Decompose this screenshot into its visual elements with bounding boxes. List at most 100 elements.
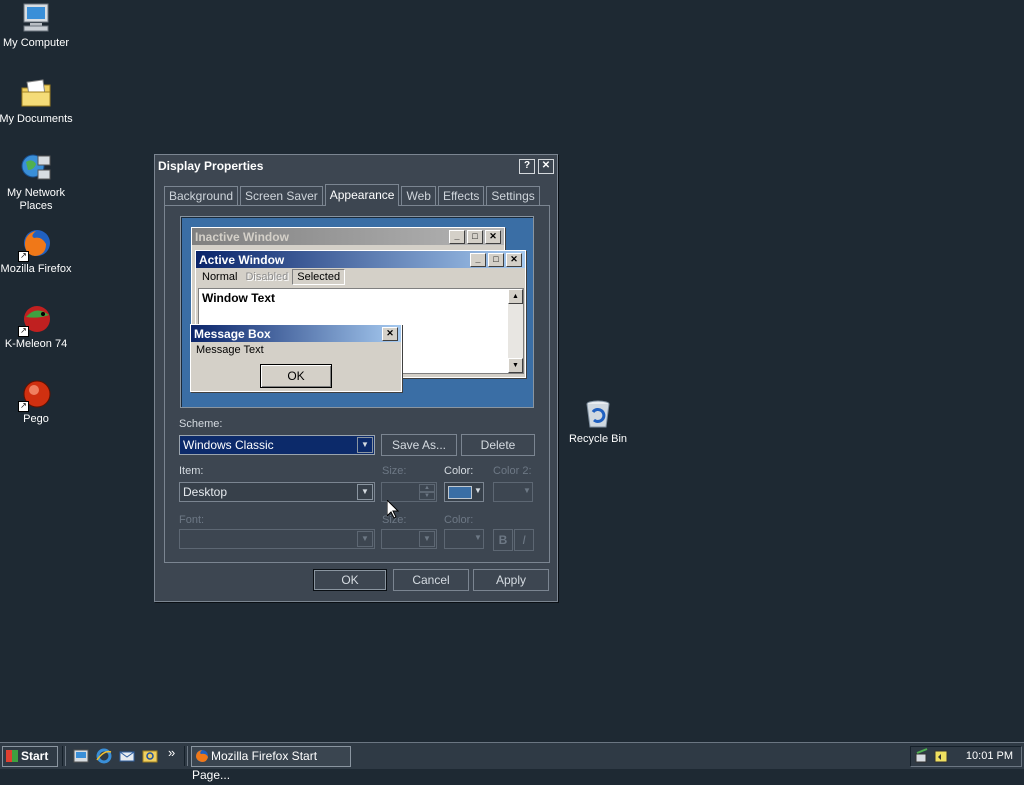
close-icon[interactable]: ✕ <box>538 158 554 174</box>
cancel-button[interactable]: Cancel <box>393 569 469 591</box>
desktop-icon-label: Recycle Bin <box>568 433 628 445</box>
chevron-down-icon[interactable]: ▼ <box>419 531 435 547</box>
item-select[interactable]: Desktop ▼ <box>179 482 375 502</box>
chevron-down-icon[interactable]: ▼ <box>474 531 482 545</box>
delete-button[interactable]: Delete <box>461 434 535 456</box>
tab-settings[interactable]: Settings <box>486 186 540 205</box>
start-label: Start <box>21 749 49 763</box>
task-label: Mozilla Firefox Start Page... <box>192 749 318 782</box>
save-as-button[interactable]: Save As... <box>381 434 457 456</box>
close-icon[interactable]: ✕ <box>506 252 522 267</box>
pego-icon: ↗ <box>18 378 52 412</box>
preview-window-text: Window Text <box>202 291 275 305</box>
item-size-stepper[interactable]: ▲ ▼ <box>381 482 437 502</box>
chevron-down-icon[interactable]: ▼ <box>357 484 373 500</box>
quicklaunch-chevron[interactable]: » <box>168 745 175 760</box>
desktop-icon-mozilla-firefox[interactable]: ↗ Mozilla Firefox <box>0 228 74 276</box>
appearance-panel: Inactive Window _ □ ✕ Active Window _ □ … <box>164 205 550 563</box>
item-color2-picker[interactable]: ▼ <box>493 482 533 502</box>
color-swatch <box>448 486 472 499</box>
desktop-icon-recycle-bin[interactable]: Recycle Bin <box>560 398 636 446</box>
tab-background[interactable]: Background <box>164 186 239 205</box>
shortcut-arrow-icon: ↗ <box>18 251 29 262</box>
scroll-down-icon[interactable]: ▼ <box>508 358 523 373</box>
preview-menu-normal[interactable]: Normal <box>198 271 241 283</box>
maximize-icon[interactable]: □ <box>488 252 504 267</box>
desktop-icon-my-network-places[interactable]: My Network Places <box>0 152 74 213</box>
dialog-titlebar[interactable]: Display Properties ? ✕ <box>155 155 557 177</box>
quicklaunch-ie-icon[interactable] <box>96 748 112 764</box>
preview-active-title: Active Window <box>199 252 285 267</box>
maximize-icon[interactable]: □ <box>467 229 483 244</box>
tab-screen-saver[interactable]: Screen Saver <box>240 186 323 205</box>
italic-button[interactable]: I <box>514 529 534 551</box>
item-color-picker[interactable]: ▼ <box>444 482 484 502</box>
preview-menu-disabled[interactable]: Disabled <box>241 271 292 283</box>
minimize-icon[interactable]: _ <box>470 252 486 267</box>
item-value: Desktop <box>183 485 228 499</box>
bold-button[interactable]: B <box>493 529 513 551</box>
preview-message-box[interactable]: Message Box ✕ Message Text OK <box>190 324 402 392</box>
preview-ok-button[interactable]: OK <box>260 364 332 388</box>
chevron-down-icon[interactable]: ▼ <box>474 484 482 498</box>
desktop-icon-label: Mozilla Firefox <box>0 263 72 275</box>
color2-label: Color 2: <box>493 465 532 477</box>
apply-button[interactable]: Apply <box>473 569 549 591</box>
preview-msgbox-title: Message Box <box>194 326 271 341</box>
quicklaunch-desktop-icon[interactable] <box>73 748 89 764</box>
network-globe-icon <box>20 152 52 184</box>
computer-icon <box>20 2 52 34</box>
preview-msgbox-text: Message Text <box>196 344 264 356</box>
spinner-icon[interactable]: ▲ <box>419 484 435 492</box>
preview-menu-bar: Normal Disabled Selected <box>196 268 525 286</box>
quicklaunch-search-icon[interactable] <box>142 748 158 764</box>
font-select[interactable]: ▼ <box>179 529 375 549</box>
help-icon[interactable]: ? <box>519 158 535 174</box>
chevron-down-icon[interactable]: ▼ <box>523 484 531 498</box>
tab-strip: Background Screen Saver Appearance Web E… <box>164 184 542 206</box>
scheme-value: Windows Classic <box>183 438 274 452</box>
spinner-icon[interactable]: ▼ <box>419 492 435 500</box>
recycle-bin-icon <box>582 398 614 430</box>
scheme-select[interactable]: Windows Classic ▼ <box>179 435 375 455</box>
font-size-select[interactable]: ▼ <box>381 529 437 549</box>
chevron-down-icon[interactable]: ▼ <box>357 437 373 453</box>
preview-active-caption[interactable]: Active Window _ □ ✕ <box>196 251 525 268</box>
preview-scrollbar[interactable]: ▲ ▼ <box>508 289 523 373</box>
folder-icon <box>20 78 52 110</box>
start-button[interactable]: Start <box>2 746 58 767</box>
desktop-icon-label: K-Meleon 74 <box>4 338 68 350</box>
desktop-icon-my-documents[interactable]: My Documents <box>0 78 74 126</box>
display-properties-dialog: Display Properties ? ✕ Background Screen… <box>154 154 558 602</box>
font-color-picker[interactable]: ▼ <box>444 529 484 549</box>
preview-menu-selected[interactable]: Selected <box>292 269 346 285</box>
shortcut-arrow-icon: ↗ <box>18 326 29 337</box>
close-icon[interactable]: ✕ <box>382 326 398 341</box>
volume-tray-icon[interactable] <box>933 748 949 764</box>
font-color-label: Color: <box>444 514 474 526</box>
close-icon[interactable]: ✕ <box>485 229 501 244</box>
chevron-down-icon[interactable]: ▼ <box>357 531 373 547</box>
clock[interactable]: 10:01 PM <box>966 747 1013 766</box>
minimize-icon[interactable]: _ <box>449 229 465 244</box>
k-meleon-icon: ↗ <box>18 303 52 337</box>
desktop-icon-pego[interactable]: ↗ Pego <box>0 378 74 426</box>
network-tray-icon[interactable] <box>915 748 931 764</box>
preview-msgbox-caption[interactable]: Message Box ✕ <box>191 325 401 342</box>
desktop-icon-my-computer[interactable]: My Computer <box>0 2 74 50</box>
desktop-icon-k-meleon[interactable]: ↗ K-Meleon 74 <box>0 303 74 351</box>
tab-web[interactable]: Web <box>401 186 436 205</box>
scheme-preview[interactable]: Inactive Window _ □ ✕ Active Window _ □ … <box>180 216 534 408</box>
quicklaunch-outlook-icon[interactable] <box>119 748 135 764</box>
desktop-icon-label: My Network Places <box>6 187 66 212</box>
taskbar-task-firefox[interactable]: Mozilla Firefox Start Page... <box>191 746 351 782</box>
system-tray: 10:01 PM <box>910 746 1022 767</box>
color-label: Color: <box>444 465 474 477</box>
desktop-icon-label: Pego <box>23 413 49 425</box>
scroll-up-icon[interactable]: ▲ <box>508 289 523 304</box>
tab-effects[interactable]: Effects <box>437 186 485 205</box>
tab-appearance[interactable]: Appearance <box>324 184 400 206</box>
font-label: Font: <box>179 514 205 526</box>
ok-button[interactable]: OK <box>313 569 387 591</box>
preview-inactive-caption[interactable]: Inactive Window _ □ ✕ <box>192 228 504 245</box>
